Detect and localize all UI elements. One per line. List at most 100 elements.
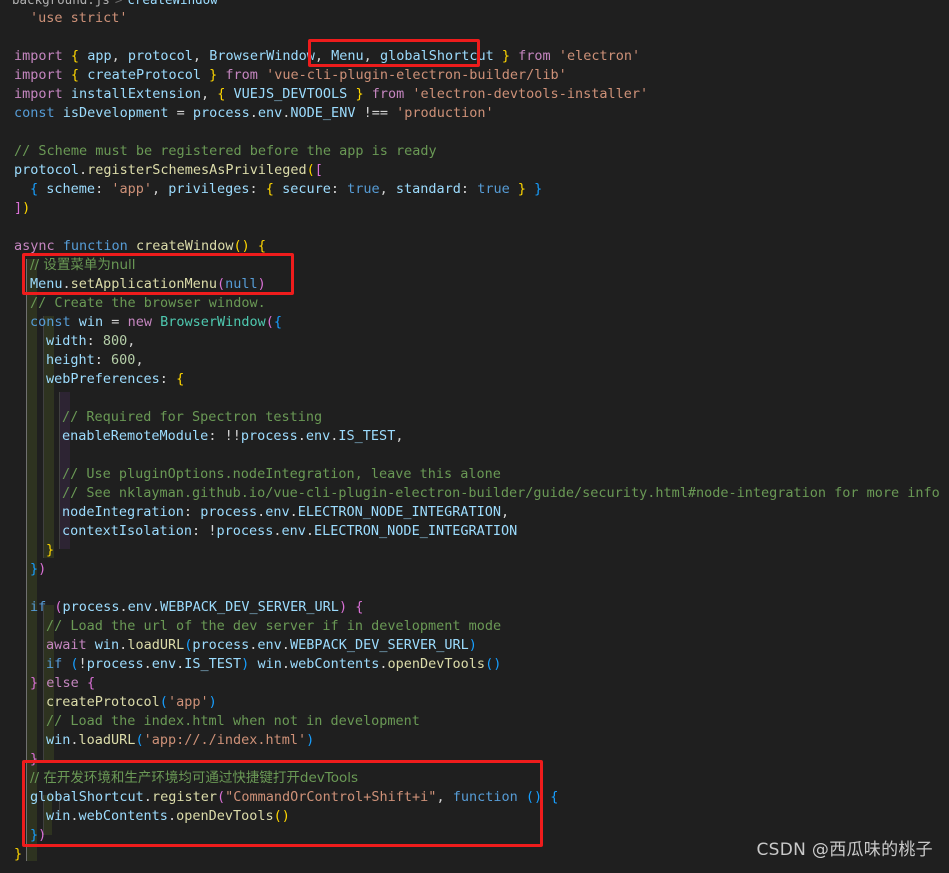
code-token: . <box>151 599 161 615</box>
code-token: // 在开发环境和生产环境均可通过快捷键打开devTools <box>30 770 359 786</box>
code-token: ) <box>468 637 477 653</box>
code-token: . <box>273 523 282 539</box>
code-area[interactable]: 'use strict' import { app, protocol, Brow… <box>0 7 949 873</box>
code-line[interactable]: globalShortcut.register("CommandOrContro… <box>0 788 949 807</box>
code-token: import <box>14 86 63 102</box>
code-line[interactable]: } <box>0 750 949 769</box>
code-token: : <box>460 181 478 197</box>
code-token: 800 <box>102 333 128 349</box>
code-line[interactable]: contextIsolation: !process.env.ELECTRON_… <box>0 522 949 541</box>
code-line[interactable]: webPreferences: { <box>0 370 949 389</box>
code-line[interactable]: enableRemoteModule: !!process.env.IS_TES… <box>0 427 949 446</box>
code-token: [ <box>314 162 323 178</box>
code-line[interactable]: // Create the browser window. <box>0 294 949 313</box>
code-line[interactable] <box>0 446 949 465</box>
code-token: env <box>265 504 290 520</box>
code-line[interactable]: Menu.setApplicationMenu(null) <box>0 275 949 294</box>
code-token: process <box>62 599 120 615</box>
code-line[interactable]: // Load the url of the dev server if in … <box>0 617 949 636</box>
code-line[interactable]: win.webContents.openDevTools() <box>0 807 949 826</box>
code-line[interactable]: const win = new BrowserWindow({ <box>0 313 949 332</box>
code-token: webPreferences <box>46 371 160 387</box>
code-line[interactable] <box>0 389 949 408</box>
code-line[interactable]: // Load the index.html when not in devel… <box>0 712 949 731</box>
code-line[interactable]: } <box>0 541 949 560</box>
code-token: } <box>30 675 39 691</box>
code-token: registerSchemesAsPrivileged <box>87 162 307 178</box>
code-line[interactable]: } else { <box>0 674 949 693</box>
code-token: . <box>119 599 128 615</box>
code-line[interactable]: createProtocol('app') <box>0 693 949 712</box>
code-line[interactable] <box>0 218 949 237</box>
code-token: . <box>281 637 290 653</box>
code-token: : <box>208 428 225 444</box>
code-line[interactable] <box>0 28 949 47</box>
code-token: openDevTools <box>387 656 486 672</box>
code-line[interactable]: // Use pluginOptions.nodeIntegration, le… <box>0 465 949 484</box>
code-token: ] <box>14 200 23 216</box>
code-token: : <box>86 333 103 349</box>
code-token: from <box>518 48 551 64</box>
code-line[interactable] <box>0 579 949 598</box>
code-line[interactable]: await win.loadURL(process.env.WEBPACK_DE… <box>0 636 949 655</box>
code-line[interactable]: // 在开发环境和生产环境均可通过快捷键打开devTools <box>0 769 949 788</box>
code-token: { <box>550 789 559 805</box>
code-token: new <box>127 314 152 330</box>
code-line[interactable] <box>0 123 949 142</box>
code-token: loadURL <box>127 637 185 653</box>
code-token: ) <box>281 808 290 824</box>
code-line[interactable]: import { app, protocol, BrowserWindow, M… <box>0 47 949 66</box>
code-token: 'electron' <box>558 48 641 64</box>
code-token: scheme <box>46 181 96 197</box>
code-token: ( <box>265 314 274 330</box>
code-line[interactable]: 'use strict' <box>0 9 949 28</box>
code-line[interactable]: async function createWindow() { <box>0 237 949 256</box>
code-token: win <box>257 656 282 672</box>
breadcrumb[interactable]: background.js>createWindow <box>0 0 949 7</box>
code-line[interactable]: ]) <box>0 199 949 218</box>
code-line[interactable]: // Scheme must be registered before the … <box>0 142 949 161</box>
breadcrumb-symbol[interactable]: createWindow <box>127 0 217 7</box>
code-line[interactable]: { scheme: 'app', privileges: { secure: t… <box>0 180 949 199</box>
code-line[interactable]: import installExtension, { VUEJS_DEVTOOL… <box>0 85 949 104</box>
code-token: { <box>176 371 185 387</box>
code-line[interactable]: win.loadURL('app://./index.html') <box>0 731 949 750</box>
code-token: , <box>192 48 202 64</box>
code-token: NODE_ENV <box>290 105 356 121</box>
code-line[interactable]: height: 600, <box>0 351 949 370</box>
code-line[interactable]: // 设置菜单为null <box>0 256 949 275</box>
code-line[interactable]: protocol.registerSchemesAsPrivileged([ <box>0 161 949 180</box>
code-token: const <box>30 314 71 330</box>
code-token: if <box>46 656 63 672</box>
code-line[interactable]: if (process.env.WEBPACK_DEV_SERVER_URL) … <box>0 598 949 617</box>
code-line[interactable]: // Required for Spectron testing <box>0 408 949 427</box>
code-token: { <box>70 48 80 64</box>
code-token: ( <box>135 732 144 748</box>
code-token: : <box>159 371 177 387</box>
code-token: VUEJS_DEVTOOLS <box>233 86 348 102</box>
code-line[interactable]: nodeIntegration: process.env.ELECTRON_NO… <box>0 503 949 522</box>
code-line[interactable]: width: 800, <box>0 332 949 351</box>
breadcrumb-file[interactable]: background.js <box>12 0 110 7</box>
code-line[interactable]: }) <box>0 560 949 579</box>
code-token: process <box>200 504 258 520</box>
code-token: } <box>517 181 526 197</box>
code-token: . <box>305 523 315 539</box>
code-line[interactable]: if (!process.env.IS_TEST) win.webContent… <box>0 655 949 674</box>
code-token: ) <box>306 732 315 748</box>
code-token: 'electron-devtools-installer' <box>412 86 649 102</box>
code-token: win <box>78 314 104 330</box>
code-token: privileges <box>168 181 250 197</box>
code-token: , <box>151 181 169 197</box>
code-token: win <box>46 732 71 748</box>
code-line[interactable]: // See nklayman.github.io/vue-cli-plugin… <box>0 484 949 503</box>
code-token: true <box>477 181 510 197</box>
code-line[interactable]: import { createProtocol } from 'vue-cli-… <box>0 66 949 85</box>
code-line[interactable]: const isDevelopment = process.env.NODE_E… <box>0 104 949 123</box>
